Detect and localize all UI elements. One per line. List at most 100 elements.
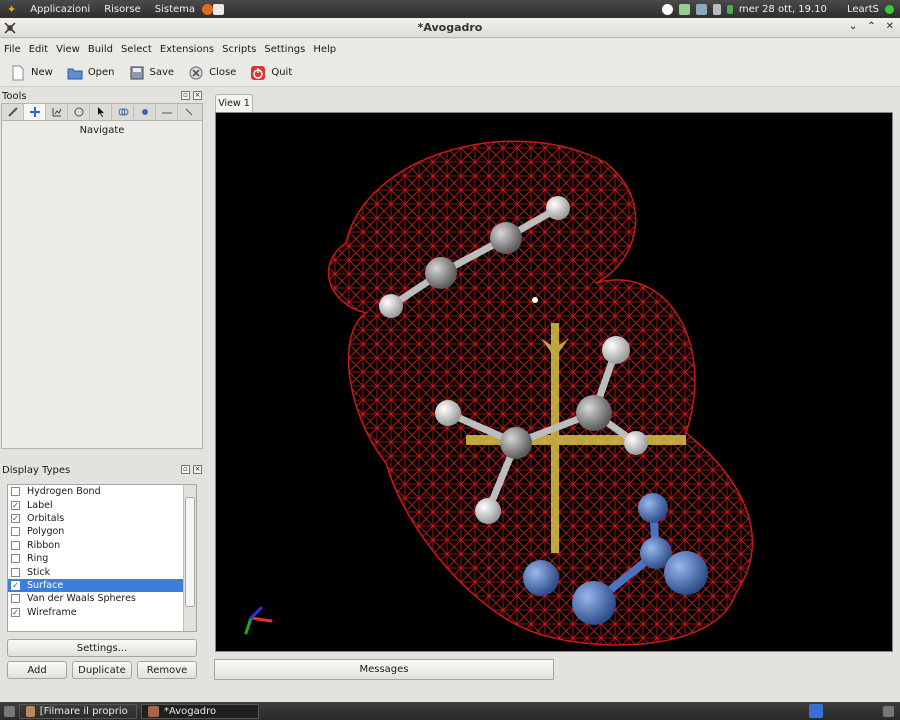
dock-float-icon[interactable]: ▫ [181, 91, 190, 100]
dock-close-icon[interactable]: × [193, 91, 202, 100]
scrollbar-thumb[interactable] [185, 497, 195, 607]
display-type-row-selected[interactable]: ✓ Surface [8, 578, 196, 593]
select-icon[interactable] [90, 104, 112, 120]
taskbar-item[interactable]: [Filmare il proprio de... [19, 703, 137, 719]
hydrogen-atom [624, 431, 648, 455]
taskbar-item-active[interactable]: *Avogadro [141, 703, 259, 719]
checkbox[interactable]: ✓ [11, 500, 20, 510]
menu-edit[interactable]: Edit [25, 44, 52, 55]
avogadro-app-icon [148, 705, 159, 717]
hydrogen-atom [435, 400, 461, 426]
display-type-label: Label [27, 499, 53, 511]
display-type-row[interactable]: ✓ Orbitals [8, 512, 196, 525]
menu-build[interactable]: Build [84, 44, 117, 55]
tools-dock-title: Tools [2, 90, 27, 102]
display-type-row[interactable]: Hydrogen Bond [8, 485, 196, 498]
remove-button[interactable]: Remove [137, 661, 197, 679]
add-button[interactable]: Add [7, 661, 67, 679]
tab-view-1[interactable]: View 1 [215, 94, 253, 112]
save-button[interactable]: Save [129, 65, 174, 81]
menu-select[interactable]: Select [117, 44, 156, 55]
display-types-titlebar[interactable]: Display Types ▫ × [0, 463, 205, 477]
mail-launcher-icon[interactable] [213, 3, 225, 15]
panel-menu-applicazioni[interactable]: Applicazioni [23, 4, 97, 15]
trash-icon[interactable] [883, 705, 894, 717]
align-icon[interactable] [178, 104, 200, 120]
taskbar-item-label: *Avogadro [164, 705, 217, 717]
settings-button[interactable]: Settings... [7, 639, 197, 657]
duplicate-button[interactable]: Duplicate [72, 661, 132, 679]
dock-float-icon[interactable]: ▫ [181, 465, 190, 474]
quit-button[interactable]: Quit [250, 65, 292, 81]
gnome-foot-icon[interactable]: ✦ [0, 3, 23, 16]
workspace-switcher-icon[interactable] [809, 704, 823, 718]
maximize-icon[interactable]: ⌃ [867, 21, 875, 32]
new-button[interactable]: New [10, 65, 53, 81]
tool-tabs [1, 103, 203, 121]
menu-settings[interactable]: Settings [260, 44, 309, 55]
show-desktop-icon[interactable] [4, 705, 15, 717]
display-type-row[interactable]: ✓ Label [8, 498, 196, 511]
molecule-3d-viewport[interactable] [215, 112, 893, 652]
display-type-row[interactable]: ✓ Wireframe [8, 606, 196, 619]
checkbox[interactable] [11, 554, 20, 564]
network-indicator-icon[interactable] [678, 3, 690, 15]
carbon-atom [576, 395, 612, 431]
minimize-icon[interactable]: ⌄ [849, 21, 857, 32]
user-menu[interactable]: LeartS [847, 4, 879, 15]
auto-rotate-icon[interactable] [112, 104, 134, 120]
checkbox[interactable] [11, 527, 20, 537]
manipulate-icon[interactable] [68, 104, 90, 120]
display-type-row[interactable]: Polygon [8, 525, 196, 538]
menu-scripts[interactable]: Scripts [218, 44, 260, 55]
checkbox[interactable] [11, 567, 20, 577]
panel-menu-sistema[interactable]: Sistema [148, 4, 202, 15]
display-type-row[interactable]: Stick [8, 565, 196, 578]
checkbox[interactable] [11, 594, 20, 604]
nitrogen-atom [638, 493, 668, 523]
display-type-label: Orbitals [27, 512, 65, 524]
close-window-icon[interactable]: ✕ [886, 21, 894, 32]
new-document-icon [10, 65, 26, 81]
tools-dock-titlebar[interactable]: Tools ▫ × [0, 89, 205, 103]
close-button[interactable]: Close [188, 65, 236, 81]
display-type-row[interactable]: Ribbon [8, 539, 196, 552]
checkbox[interactable] [11, 540, 20, 550]
hydrogen-atom [379, 294, 403, 318]
firefox-launcher-icon[interactable] [202, 3, 214, 15]
nitrogen-atom [523, 560, 559, 596]
main-toolbar: New Open Save Close Quit [0, 59, 900, 87]
window-titlebar[interactable]: *Avogadro ⌄ ⌃ ✕ [0, 18, 900, 38]
open-folder-icon [67, 65, 83, 81]
volume-indicator-icon[interactable] [712, 3, 721, 15]
checkbox[interactable]: ✓ [11, 513, 20, 523]
display-types-dock: Display Types ▫ × Hydrogen Bond ✓ Label ✓… [0, 463, 205, 683]
display-type-row[interactable]: Van der Waals Spheres [8, 592, 196, 605]
axis-orientation-gizmo [244, 606, 273, 635]
measure-icon[interactable] [156, 104, 178, 120]
menu-help[interactable]: Help [309, 44, 340, 55]
menu-extensions[interactable]: Extensions [156, 44, 218, 55]
molecule-render[interactable] [216, 113, 893, 652]
checkbox[interactable]: ✓ [11, 580, 20, 590]
panel-menu-risorse[interactable]: Risorse [97, 4, 148, 15]
open-button[interactable]: Open [67, 65, 115, 81]
display-type-row[interactable]: Ring [8, 552, 196, 565]
dock-close-icon[interactable]: × [193, 465, 202, 474]
bond-centric-icon[interactable] [46, 104, 68, 120]
menu-view[interactable]: View [52, 44, 84, 55]
battery-indicator-icon[interactable] [726, 4, 733, 14]
draw-tool-icon[interactable] [2, 104, 24, 120]
checkbox[interactable]: ✓ [11, 607, 20, 617]
record-indicator-icon[interactable] [661, 3, 673, 15]
display-type-label: Polygon [27, 526, 65, 538]
auto-optimize-icon[interactable] [134, 104, 156, 120]
navigate-tool-icon[interactable] [24, 104, 46, 120]
messages-button[interactable]: Messages [214, 659, 554, 680]
checkbox[interactable] [11, 487, 20, 497]
clock[interactable]: mer 28 ott, 19.10 [739, 4, 827, 15]
update-indicator-icon[interactable] [695, 3, 707, 15]
display-list-scrollbar[interactable] [183, 485, 196, 631]
menu-file[interactable]: File [0, 44, 25, 55]
close-button-label: Close [209, 67, 237, 78]
